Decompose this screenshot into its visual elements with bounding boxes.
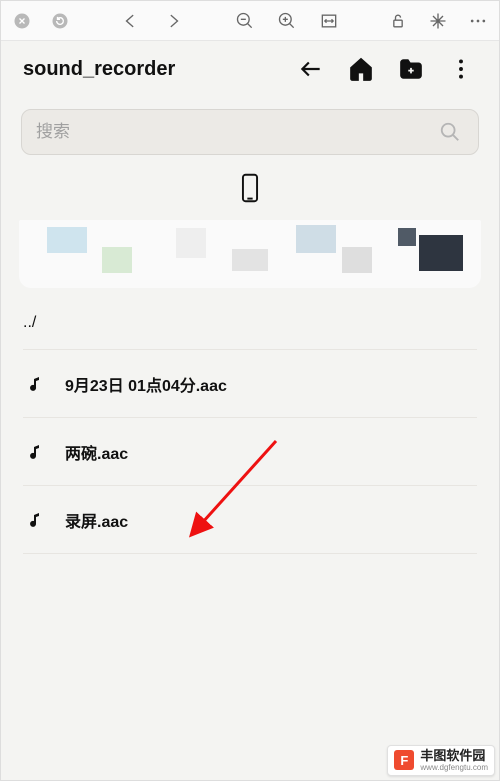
file-row[interactable]: 两碗.aac — [23, 418, 477, 486]
watermark-badge: F 丰图软件园 www.dgfengtu.com — [387, 745, 495, 776]
search-bar[interactable] — [21, 109, 479, 155]
more-horizontal-icon[interactable] — [467, 10, 489, 32]
file-name: 9月23日 01点04分.aac — [65, 372, 227, 396]
search-icon[interactable] — [436, 118, 464, 146]
more-vertical-icon[interactable] — [445, 53, 477, 85]
sparkle-icon[interactable] — [427, 10, 449, 32]
fit-width-icon[interactable] — [318, 10, 340, 32]
music-note-icon — [23, 443, 47, 461]
refresh-icon[interactable] — [49, 10, 71, 32]
file-name: 两碗.aac — [65, 440, 128, 464]
system-toolbar — [1, 1, 499, 41]
watermark-subtitle: www.dgfengtu.com — [420, 764, 488, 772]
home-icon[interactable] — [345, 53, 377, 85]
new-folder-icon[interactable] — [395, 53, 427, 85]
watermark-title: 丰图软件园 — [420, 749, 488, 763]
close-icon[interactable] — [11, 10, 33, 32]
lock-rotate-icon[interactable] — [387, 10, 409, 32]
file-name: 录屏.aac — [65, 508, 128, 532]
app-window: sound_recorder — [0, 0, 500, 781]
search-wrapper — [1, 97, 499, 165]
censored-banner — [19, 220, 481, 288]
page-title: sound_recorder — [23, 58, 175, 81]
phone-icon — [239, 173, 261, 208]
music-note-icon — [23, 375, 47, 393]
zoom-out-icon[interactable] — [234, 10, 256, 32]
search-input[interactable] — [36, 122, 436, 142]
file-row[interactable]: 9月23日 01点04分.aac — [23, 350, 477, 418]
file-row[interactable]: 录屏.aac — [23, 486, 477, 554]
parent-dir-row[interactable]: ../ — [23, 296, 477, 350]
zoom-in-icon[interactable] — [276, 10, 298, 32]
device-indicator[interactable] — [1, 165, 499, 214]
app-header: sound_recorder — [1, 41, 499, 97]
file-list: ../ 9月23日 01点04分.aac 两碗.aac 录屏.aac — [1, 296, 499, 554]
forward-icon[interactable] — [164, 10, 186, 32]
up-level-icon[interactable] — [295, 53, 327, 85]
music-note-icon — [23, 511, 47, 529]
back-icon[interactable] — [118, 10, 140, 32]
watermark-logo: F — [394, 750, 414, 770]
parent-dir-label: ../ — [23, 314, 36, 332]
